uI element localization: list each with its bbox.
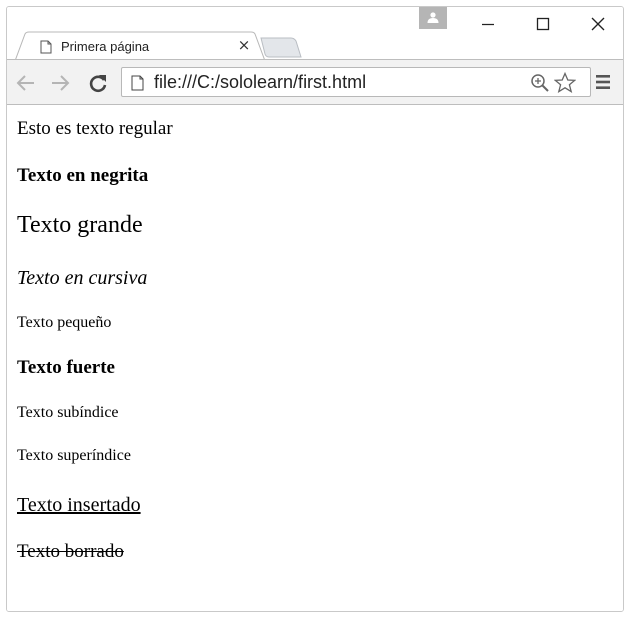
zoom-icon[interactable] (530, 73, 550, 93)
url-text[interactable]: file:///C:/sololearn/first.html (154, 72, 366, 93)
tab-title: Primera página (61, 39, 150, 54)
subscript-text: Texto subíndice (17, 404, 119, 421)
small-text: Texto pequeño (17, 314, 112, 331)
back-arrow-icon (16, 75, 34, 91)
page-icon (40, 40, 52, 54)
tab-primera-pagina[interactable]: Primera página × (15, 31, 265, 61)
reload-button[interactable] (87, 72, 109, 94)
browser-window: Primera página × file:///C:/sololearn/fi… (6, 6, 624, 612)
address-bar[interactable]: file:///C:/sololearn/first.html (121, 67, 591, 97)
back-button[interactable] (15, 72, 37, 94)
forward-arrow-icon (52, 75, 70, 91)
page-content: Esto es texto regular Texto en negrita T… (7, 105, 623, 611)
maximize-button[interactable] (520, 9, 566, 39)
menu-icon[interactable] (595, 74, 611, 90)
new-tab-button[interactable] (259, 37, 303, 59)
minimize-icon (482, 23, 494, 26)
big-text: Texto grande (17, 212, 143, 238)
forward-button[interactable] (49, 72, 71, 94)
close-window-button[interactable] (575, 9, 621, 39)
browser-toolbar: file:///C:/sololearn/first.html (7, 59, 623, 105)
inserted-text: Texto insertado (17, 494, 141, 516)
profile-button[interactable] (419, 7, 447, 29)
profile-icon (427, 12, 439, 23)
close-icon (591, 17, 605, 31)
strong-text: Texto fuerte (17, 357, 115, 378)
title-bar: Primera página × (7, 7, 623, 61)
page-icon (131, 75, 144, 91)
star-icon[interactable] (554, 72, 576, 94)
superscript-text: Texto superíndice (17, 447, 131, 464)
minimize-button[interactable] (465, 9, 511, 39)
tab-close-icon[interactable]: × (237, 38, 251, 53)
maximize-icon (536, 17, 550, 31)
regular-text: Esto es texto regular (17, 118, 173, 139)
deleted-text: Texto borrado (17, 541, 124, 562)
italic-text: Texto en cursiva (17, 267, 148, 289)
bold-text: Texto en negrita (17, 165, 149, 186)
reload-icon (89, 75, 107, 93)
